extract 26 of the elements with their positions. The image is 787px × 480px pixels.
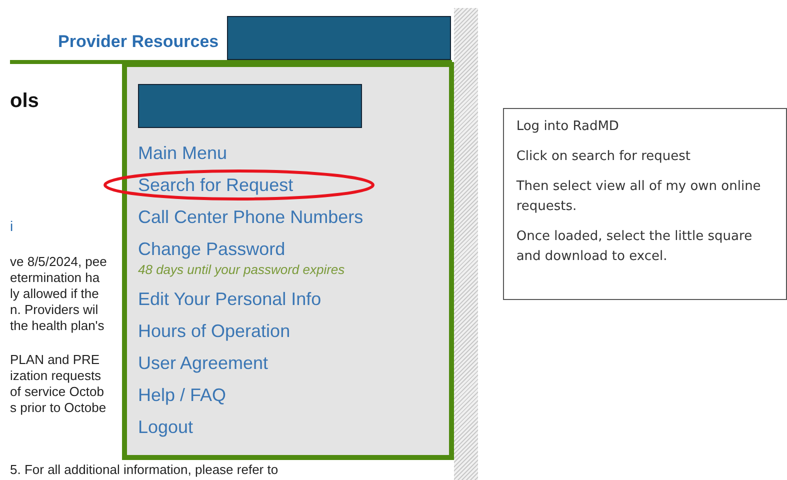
paragraph-line: n. Providers wil [10,302,100,318]
note-text: Once loaded, select the little square and download to excel. [516,228,754,266]
menu-link[interactable]: Call Center Phone Numbers [138,206,364,228]
menu-link[interactable]: Change Password [138,238,286,260]
menu-link[interactable]: Logout [138,416,194,438]
note-text: Log into RadMD [516,118,620,136]
paragraph-line: of service Octob [10,384,105,400]
paragraph-line: ly allowed if the [10,286,100,302]
paragraph-line: ve 8/5/2024, pee [10,254,108,270]
password-expiry-hint: 48 days until your password expires [138,262,346,277]
page-heading: ols [10,90,40,113]
paragraph-line: PLAN and PRE [10,352,101,368]
menu-link[interactable]: User Agreement [138,352,268,374]
menu-link[interactable]: Help / FAQ [138,384,226,406]
paragraph-line: the health plan's [10,318,106,334]
paragraph-line: 5. For all additional information, please refer to [10,462,278,477]
note-text: Then select view all of my own online requests. [516,178,762,216]
header-title: Provider Resources [58,32,219,53]
paragraph-line: etermination ha [10,270,101,286]
text-fragment: i [10,218,14,234]
note-text: Click on search for request [516,148,692,166]
paragraph-line: ization requests [10,368,102,384]
paragraph-line: s prior to Octobe [10,400,108,416]
menu-link[interactable]: Edit Your Personal Info [138,288,322,310]
menu-link[interactable]: Hours of Operation [138,320,290,342]
menu-link[interactable]: Main Menu [138,142,228,164]
